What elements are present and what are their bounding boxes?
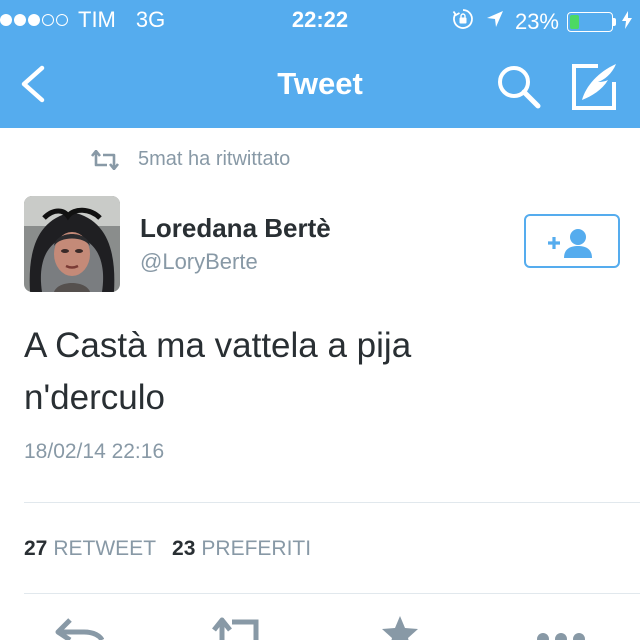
retweet-icon xyxy=(90,149,120,170)
search-button[interactable] xyxy=(494,62,542,110)
nav-bar: Tweet xyxy=(0,40,640,128)
battery-percent: 23% xyxy=(514,9,559,34)
more-icon xyxy=(537,633,585,640)
charging-bolt-icon xyxy=(622,10,632,34)
tweet-detail-screen: TIM 3G 22:22 23% Tweet 5mat ha ritwittat… xyxy=(0,0,640,640)
tweet-stats: 27 RETWEET 23 PREFERITI xyxy=(24,537,327,561)
avatar-image xyxy=(24,196,120,292)
retweet-context[interactable]: 5mat ha ritwittato xyxy=(90,148,290,171)
add-user-icon xyxy=(548,229,592,258)
battery-icon xyxy=(567,12,613,32)
tweet-text: A Castà ma vattela a pija n'derculo xyxy=(24,320,614,424)
page-title: Tweet xyxy=(277,66,363,101)
tweet-timestamp: 18/02/14 22:16 xyxy=(24,440,165,463)
retweet-button[interactable] xyxy=(212,616,268,640)
avatar[interactable] xyxy=(24,196,120,292)
author-handle[interactable]: @LoryBerte xyxy=(140,249,258,275)
favorite-button[interactable] xyxy=(380,616,420,640)
more-button[interactable] xyxy=(536,630,586,640)
divider xyxy=(24,502,640,503)
compose-button[interactable] xyxy=(568,60,622,112)
retweet-icon xyxy=(212,617,259,640)
rotation-lock-icon xyxy=(451,7,475,37)
author-name[interactable]: Loredana Bertè xyxy=(140,213,331,244)
favorite-icon xyxy=(382,616,418,640)
status-bar: TIM 3G 22:22 23% xyxy=(0,0,640,40)
status-right: 23% xyxy=(451,7,632,37)
search-icon xyxy=(498,66,541,109)
compose-icon xyxy=(572,64,616,110)
location-arrow-icon xyxy=(485,9,505,35)
favorites-count[interactable]: 23 xyxy=(172,537,195,561)
tweet-text-line-2: n'derculo xyxy=(24,378,165,417)
header: TIM 3G 22:22 23% Tweet xyxy=(0,0,640,128)
retweets-count[interactable]: 27 xyxy=(24,537,47,561)
follow-button[interactable] xyxy=(524,214,620,268)
battery-level xyxy=(570,15,579,29)
reply-button[interactable] xyxy=(54,616,105,640)
tweet-text-line-1: A Castà ma vattela a pija xyxy=(24,326,412,365)
divider xyxy=(24,593,640,594)
retweets-label[interactable]: RETWEET xyxy=(53,537,156,561)
reply-icon xyxy=(55,618,105,640)
retweet-context-text: 5mat ha ritwittato xyxy=(138,148,291,170)
favorites-label[interactable]: PREFERITI xyxy=(201,537,311,561)
battery-tip xyxy=(613,18,616,26)
